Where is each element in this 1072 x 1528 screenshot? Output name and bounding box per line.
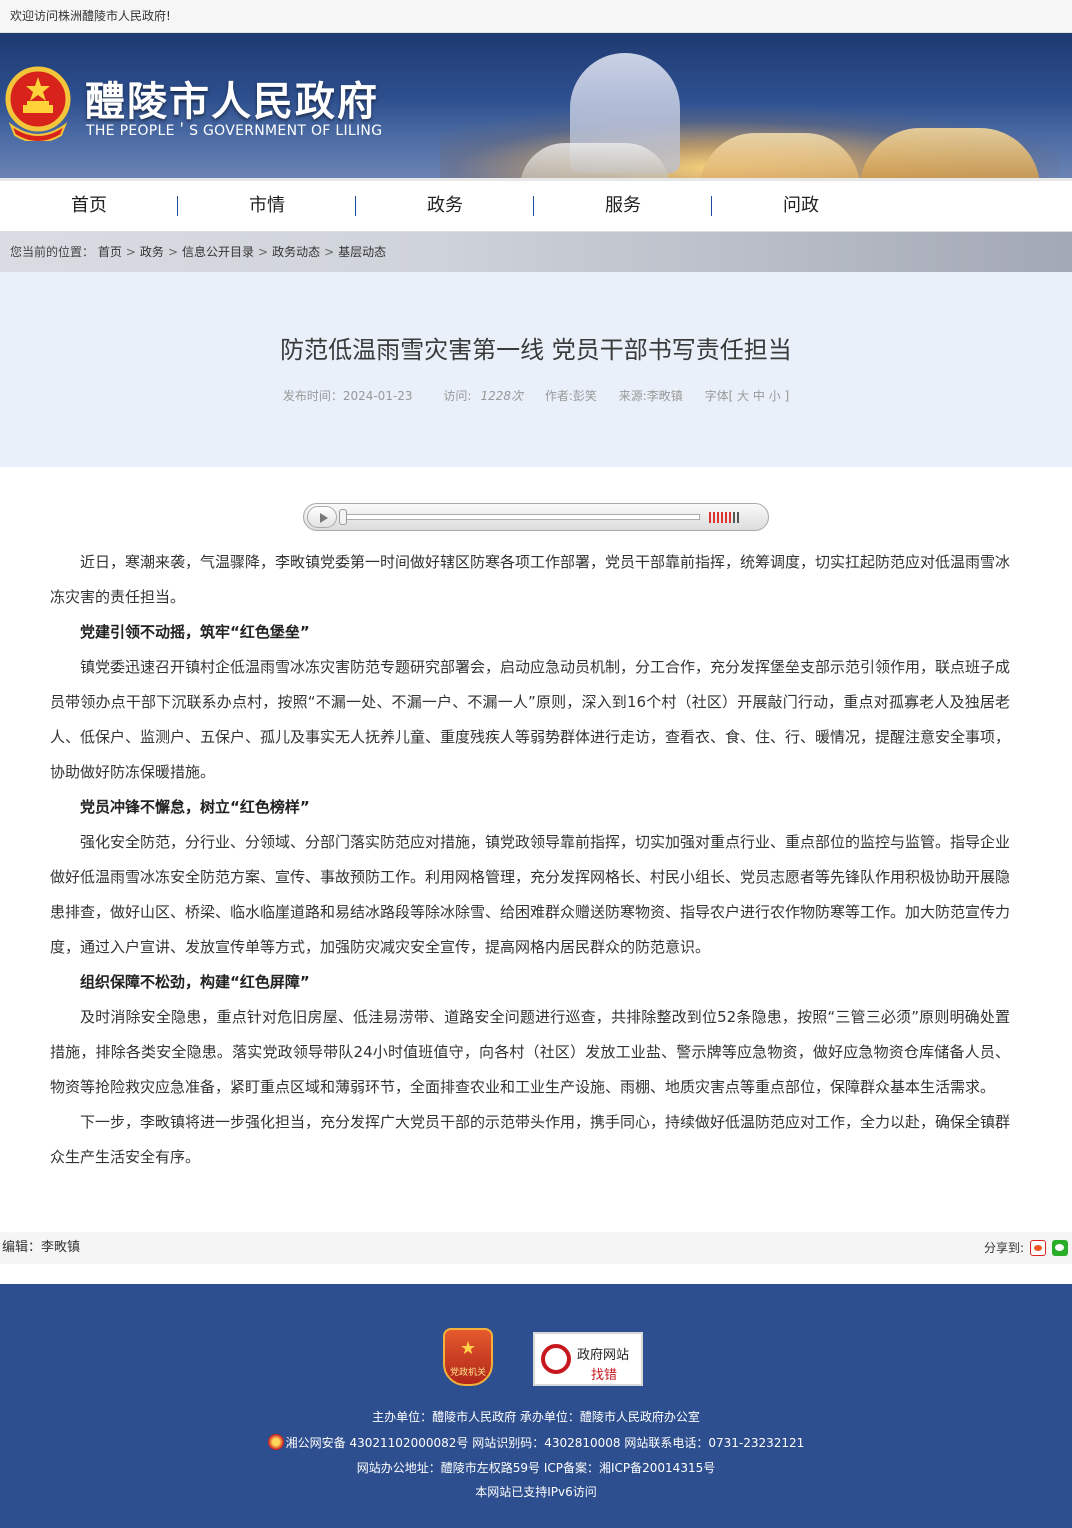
site-title[interactable]: 醴陵市人民政府 bbox=[85, 69, 379, 127]
audio-player bbox=[303, 503, 769, 531]
editor: 编辑：李畋镇 bbox=[2, 1240, 81, 1255]
volume-bar bbox=[733, 512, 735, 523]
nav-city-info[interactable]: 市情 bbox=[178, 179, 356, 233]
site-banner: 醴陵市人民政府 THE PEOPLE＇S GOVERNMENT OF LILIN… bbox=[0, 33, 1072, 178]
visit-count: 访问: 1228次 bbox=[443, 389, 523, 403]
nav-inquiry[interactable]: 问政 bbox=[712, 179, 890, 233]
report-error-badge[interactable]: 政府网站 找错 bbox=[533, 1332, 643, 1386]
article-paragraph: 镇党委迅速召开镇村企低温雨雪冰冻灾害防范专题研究部署会，启动应急动员机制，分工合… bbox=[50, 658, 1011, 781]
share-bar: 分享到: bbox=[984, 1232, 1068, 1264]
volume-bar bbox=[729, 512, 731, 523]
publish-date: 发布时间：2024-01-23 bbox=[282, 389, 413, 403]
volume-bar bbox=[737, 512, 739, 523]
article-header: 防范低温雨雪灾害第一线 党员干部书写责任担当 发布时间：2024-01-23 访… bbox=[0, 272, 1072, 467]
article-meta: 发布时间：2024-01-23 访问: 1228次 作者:彭笑 来源:李畋镇 字体… bbox=[0, 387, 1072, 404]
breadcrumb-grassroots[interactable]: 基层动态 bbox=[338, 245, 386, 259]
weibo-icon[interactable] bbox=[1030, 1240, 1046, 1256]
audio-progress-handle[interactable] bbox=[339, 509, 347, 525]
breadcrumb-home[interactable]: 首页 bbox=[98, 245, 122, 259]
source: 来源:李畋镇 bbox=[618, 389, 683, 403]
magnifier-icon bbox=[541, 1344, 571, 1374]
volume-bar bbox=[709, 512, 711, 523]
breadcrumb-prefix: 您当前的位置： bbox=[10, 245, 95, 259]
site-footer: ★ 党政机关 政府网站 找错 主办单位：醴陵市人民政府 承办单位：醴陵市人民政府… bbox=[0, 1284, 1072, 1528]
audio-progress-track[interactable] bbox=[342, 514, 700, 520]
article-subheading: 组织保障不松劲，构建“红色屏障” bbox=[80, 973, 310, 991]
nav-home[interactable]: 首页 bbox=[0, 179, 178, 233]
footer-ipv6: 本网站已支持IPv6访问 bbox=[475, 1485, 597, 1499]
article-subheading: 党建引领不动摇，筑牢“红色堡垒” bbox=[80, 623, 310, 641]
party-badge-icon[interactable]: ★ 党政机关 bbox=[443, 1328, 493, 1386]
top-welcome-bar: 欢迎访问株洲醴陵市人民政府! bbox=[0, 0, 1072, 33]
volume-bar bbox=[725, 512, 727, 523]
breadcrumb: 您当前的位置： 首页 > 政务 > 信息公开目录 > 政务动态 > 基层动态 bbox=[0, 232, 1072, 272]
wechat-icon[interactable] bbox=[1052, 1240, 1068, 1256]
footer-address: 网站办公地址：醴陵市左权路59号 ICP备案：湘ICP备20014315号 bbox=[356, 1461, 716, 1475]
footer-sponsor: 主办单位：醴陵市人民政府 承办单位：醴陵市人民政府办公室 bbox=[372, 1410, 700, 1424]
welcome-text: 欢迎访问株洲醴陵市人民政府! bbox=[10, 9, 171, 23]
article-paragraph: 下一步，李畋镇将进一步强化担当，充分发挥广大党员干部的示范带头作用，携手同心，持… bbox=[50, 1113, 1011, 1166]
volume-control[interactable] bbox=[709, 512, 739, 523]
nav-services[interactable]: 服务 bbox=[534, 179, 712, 233]
share-label: 分享到: bbox=[983, 1241, 1024, 1255]
author: 作者:彭笑 bbox=[544, 389, 597, 403]
volume-bar bbox=[721, 512, 723, 523]
national-emblem-icon[interactable] bbox=[3, 65, 73, 141]
breadcrumb-affairs[interactable]: 政务 bbox=[140, 245, 164, 259]
volume-bar bbox=[717, 512, 719, 523]
breadcrumb-news[interactable]: 政务动态 bbox=[272, 245, 320, 259]
font-size-switch[interactable]: 字体[ 大 中 小 ] bbox=[705, 389, 790, 403]
article-title: 防范低温雨雪灾害第一线 党员干部书写责任担当 bbox=[280, 336, 792, 364]
article-paragraph: 近日，寒潮来袭，气温骤降，李畋镇党委第一时间做好辖区防寒各项工作部署，党员干部靠… bbox=[50, 553, 1011, 606]
article-paragraph: 及时消除安全隐患，重点针对危旧房屋、低洼易涝带、道路安全问题进行巡查，共排除整改… bbox=[50, 1008, 1010, 1096]
volume-bar bbox=[713, 512, 715, 523]
footer-record: 湘公网安备 43021102000082号 网站识别码：4302810008 网… bbox=[0, 1434, 1072, 1451]
play-icon[interactable] bbox=[307, 506, 337, 528]
main-nav: 首页 市情 政务 服务 问政 bbox=[0, 178, 1072, 232]
police-badge-icon[interactable] bbox=[267, 1434, 284, 1450]
site-title-en: THE PEOPLE＇S GOVERNMENT OF LILING bbox=[86, 123, 383, 139]
article-footer-bar: 编辑：李畋镇 分享到: bbox=[0, 1232, 1072, 1264]
nav-government-affairs[interactable]: 政务 bbox=[356, 179, 534, 233]
article-subheading: 党员冲锋不懈怠，树立“红色榜样” bbox=[80, 798, 310, 816]
breadcrumb-info-catalog[interactable]: 信息公开目录 bbox=[182, 245, 254, 259]
article-body: 近日，寒潮来袭，气温骤降，李畋镇党委第一时间做好辖区防寒各项工作部署，党员干部靠… bbox=[0, 531, 1072, 1175]
article-paragraph: 强化安全防范，分行业、分领域、分部门落实防范应对措施，镇党政领导靠前指挥，切实加… bbox=[50, 833, 1011, 956]
